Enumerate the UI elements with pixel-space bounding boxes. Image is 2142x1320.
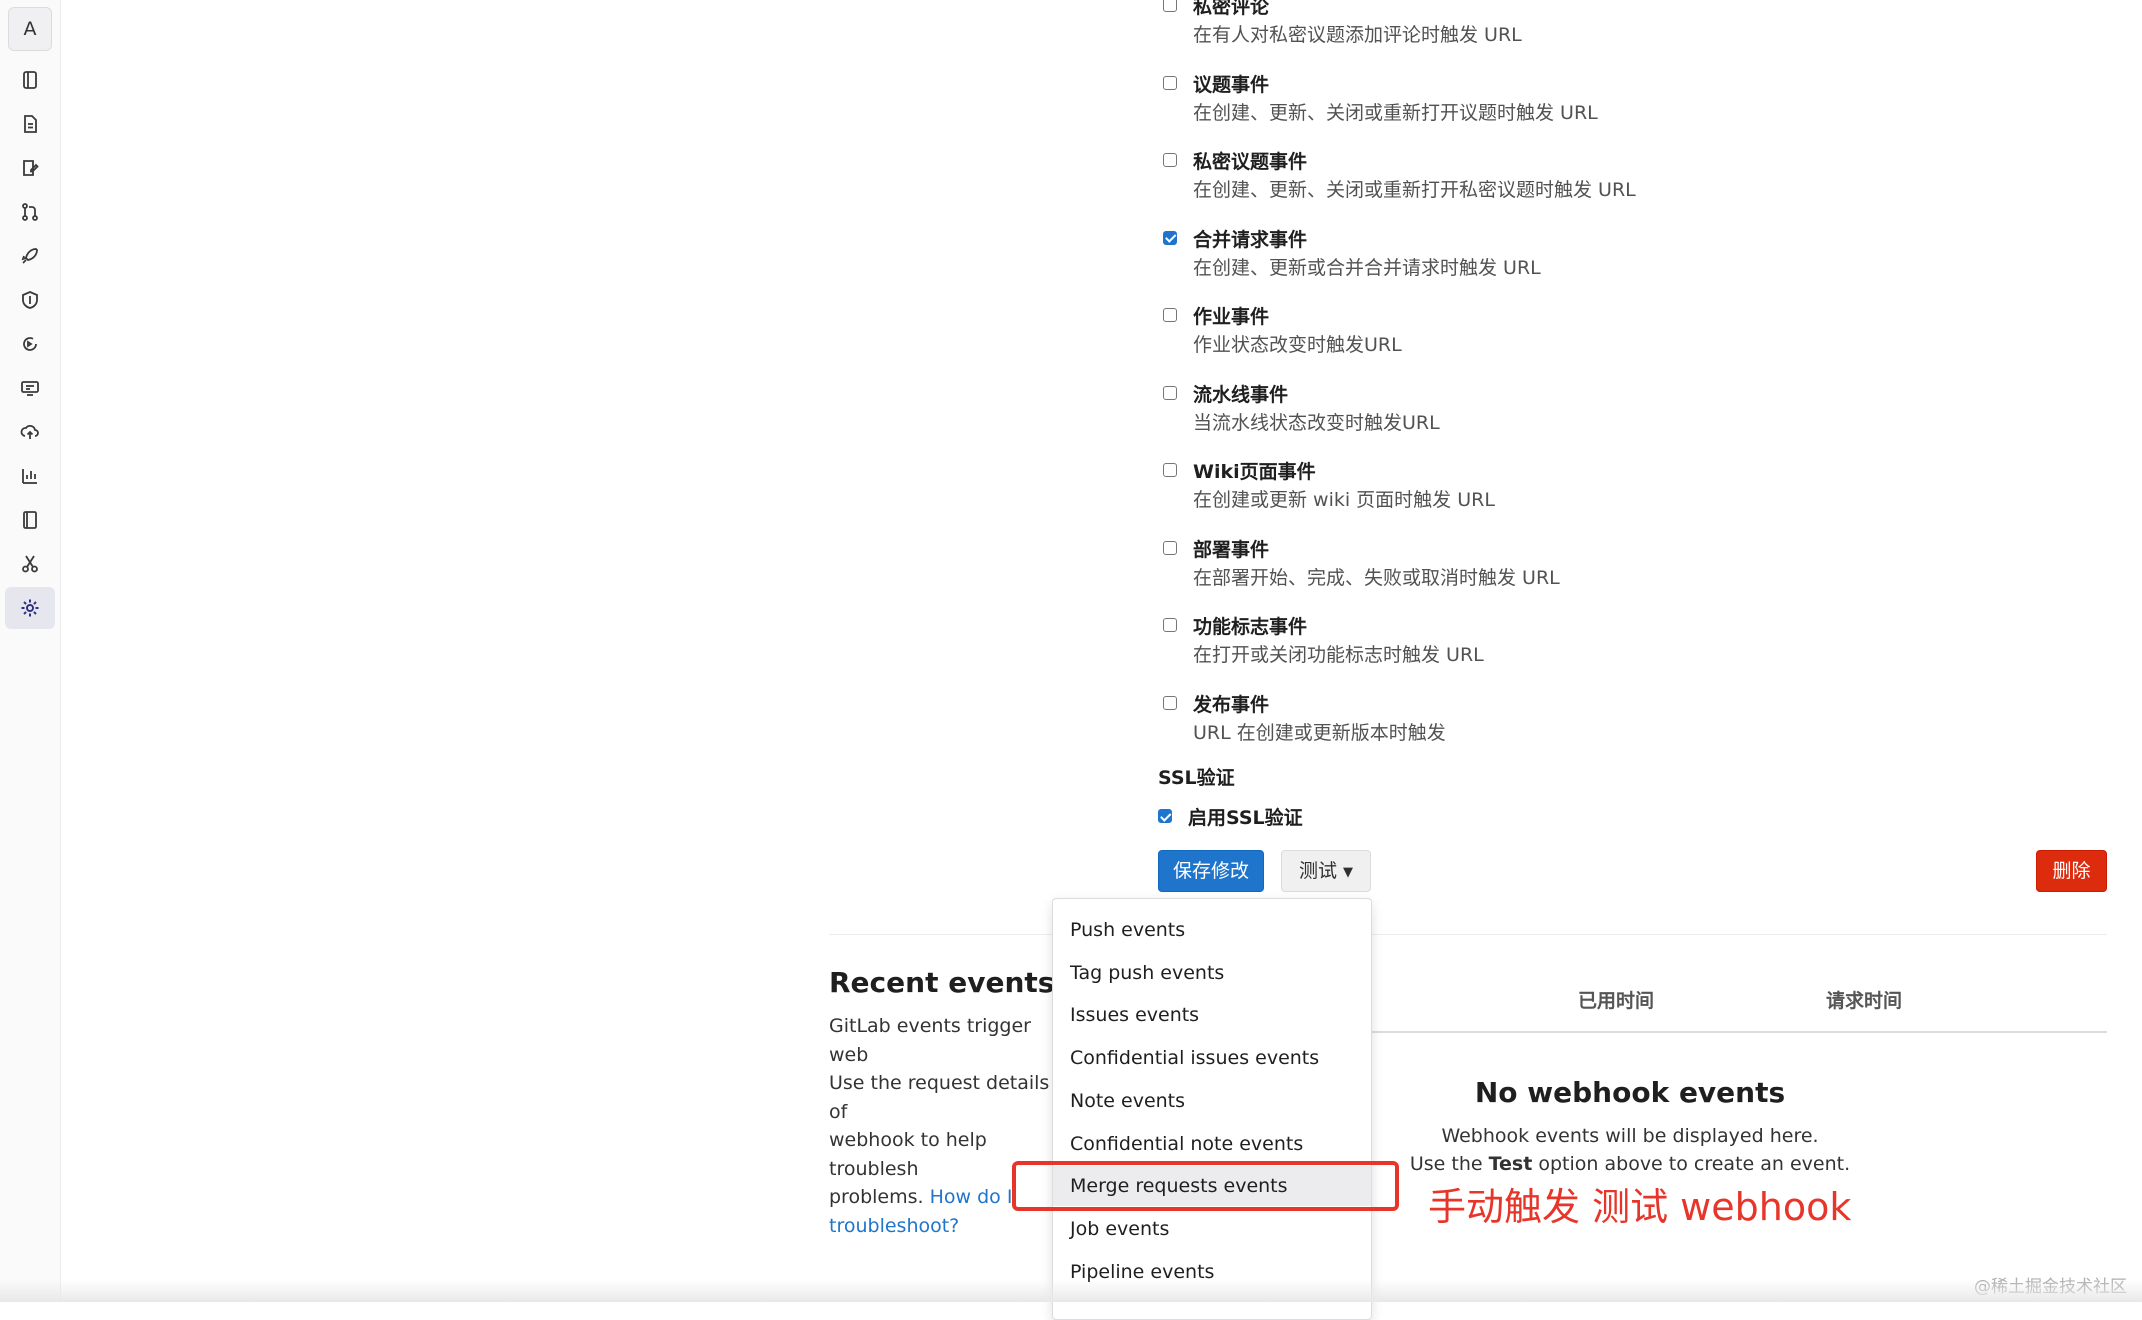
- monitor-icon[interactable]: [5, 367, 55, 409]
- trigger-description: 在部署开始、完成、失败或取消时触发 URL: [1193, 566, 1560, 589]
- ssl-verification-heading: SSL验证: [1158, 767, 1235, 789]
- trigger-description: 在创建或更新 wiki 页面时触发 URL: [1193, 489, 1495, 511]
- trigger-option[interactable]: 私密议题事件在创建、更新、关闭或重新打开私密议题时触发 URL: [1163, 147, 1683, 207]
- trigger-description: 作业状态改变时触发URL: [1193, 334, 1402, 356]
- merge-requests-icon[interactable]: [5, 191, 55, 233]
- trigger-option[interactable]: 流水线事件当流水线状态改变时触发URL: [1163, 380, 1683, 440]
- trigger-description: 在有人对私密议题添加评论时触发 URL: [1193, 24, 1522, 46]
- trigger-title: 私密议题事件: [1193, 151, 1308, 173]
- trigger-title: 发布事件: [1193, 693, 1270, 716]
- trigger-option[interactable]: 私密评论在有人对私密议题添加评论时触发 URL: [1163, 0, 1683, 52]
- infrastructure-icon[interactable]: [5, 411, 55, 453]
- project-overview-icon[interactable]: [5, 59, 55, 101]
- settings-icon[interactable]: [5, 587, 55, 629]
- trigger-title: 议题事件: [1193, 73, 1270, 96]
- trigger-description: 在创建、更新、关闭或重新打开私密议题时触发 URL: [1193, 179, 1636, 201]
- bottom-shade: [0, 1280, 2142, 1302]
- description-line: Use the request details of: [829, 1072, 1050, 1123]
- empty-state-title: No webhook events: [1474, 1076, 1786, 1109]
- trigger-title: 部署事件: [1193, 538, 1270, 561]
- dropdown-item[interactable]: Issues events: [1053, 995, 1371, 1035]
- trigger-option[interactable]: 功能标志事件在打开或关闭功能标志时触发 URL: [1163, 612, 1683, 672]
- column-header-request-time: 请求时间: [1826, 990, 1903, 1012]
- security-icon[interactable]: [5, 279, 55, 321]
- trigger-title: Wiki页面事件: [1193, 461, 1316, 483]
- trigger-option[interactable]: 部署事件在部署开始、完成、失败或取消时触发 URL: [1163, 535, 1683, 595]
- trigger-title: 私密评论: [1193, 0, 1270, 18]
- empty-state-line-2: Use the Test option above to create an e…: [1300, 1153, 1960, 1175]
- empty-state-text: Use the: [1409, 1153, 1489, 1175]
- recent-events-title: Recent events: [829, 966, 1055, 999]
- snippets-icon[interactable]: [5, 543, 55, 585]
- description-line: problems.: [829, 1186, 930, 1208]
- section-divider: [829, 934, 2107, 935]
- trigger-title: 功能标志事件: [1193, 616, 1308, 638]
- ssl-verification-label: 启用SSL验证: [1188, 807, 1303, 829]
- trigger-checkbox[interactable]: [1163, 540, 1177, 555]
- test-dropdown-button[interactable]: 测试 ▼: [1281, 850, 1371, 892]
- trigger-description: 在创建、更新、关闭或重新打开议题时触发 URL: [1193, 101, 1598, 124]
- trigger-option[interactable]: 发布事件 URL 在创建或更新版本时触发: [1163, 690, 1683, 750]
- trigger-checkbox[interactable]: [1163, 0, 1177, 12]
- trigger-checkbox[interactable]: [1163, 308, 1177, 322]
- trigger-checkbox[interactable]: [1163, 75, 1177, 90]
- annotation-text: 手动触发 测试 webhook: [1428, 1185, 1852, 1229]
- troubleshoot-link[interactable]: How do I: [930, 1186, 1013, 1208]
- empty-state-line-1: Webhook events will be displayed here.: [1441, 1125, 1819, 1147]
- dropdown-item[interactable]: Confidential note events: [1053, 1124, 1371, 1164]
- trigger-title: 作业事件: [1193, 306, 1270, 328]
- trigger-checkbox[interactable]: [1163, 463, 1177, 477]
- issues-icon[interactable]: [5, 147, 55, 189]
- trigger-description: 当流水线状态改变时触发URL: [1193, 411, 1440, 434]
- trigger-option[interactable]: Wiki页面事件在创建或更新 wiki 页面时触发 URL: [1163, 457, 1683, 517]
- dropdown-item[interactable]: Note events: [1053, 1081, 1371, 1121]
- chevron-down-icon: ▼: [1343, 865, 1353, 880]
- trigger-checkbox[interactable]: [1163, 230, 1177, 245]
- empty-state-test-keyword: Test: [1488, 1153, 1533, 1175]
- trigger-title: 合并请求事件: [1193, 228, 1308, 251]
- dropdown-item[interactable]: Push events: [1053, 910, 1371, 950]
- empty-state-text: option above to create an event.: [1532, 1153, 1851, 1175]
- left-sidebar: A: [0, 0, 61, 1302]
- trigger-option[interactable]: 合并请求事件在创建、更新或合并合并请求时触发 URL: [1163, 225, 1683, 285]
- project-avatar[interactable]: A: [8, 7, 52, 51]
- deployments-icon[interactable]: [5, 323, 55, 365]
- analytics-icon[interactable]: [5, 455, 55, 497]
- ssl-verification-checkbox[interactable]: [1158, 809, 1172, 823]
- dropdown-item[interactable]: Confidential issues events: [1053, 1038, 1371, 1078]
- trigger-description: 在打开或关闭功能标志时触发 URL: [1193, 644, 1484, 666]
- dropdown-item[interactable]: Tag push events: [1053, 953, 1371, 993]
- test-button-label: 测试: [1298, 860, 1337, 882]
- trigger-checkbox[interactable]: [1163, 695, 1177, 710]
- wiki-icon[interactable]: [5, 499, 55, 541]
- description-line: GitLab events trigger web: [829, 1015, 1031, 1066]
- trigger-description: URL 在创建或更新版本时触发: [1193, 721, 1446, 744]
- ssl-verification-row[interactable]: 启用SSL验证: [1158, 803, 1558, 829]
- dropdown-item[interactable]: Job events: [1053, 1209, 1371, 1249]
- save-changes-button[interactable]: 保存修改: [1158, 850, 1264, 892]
- annotation-highlight-box: [1012, 1161, 1399, 1211]
- column-header-elapsed-time: 已用时间: [1578, 990, 1655, 1012]
- delete-webhook-button[interactable]: 删除: [2036, 850, 2107, 892]
- trigger-checkbox[interactable]: [1163, 385, 1177, 400]
- test-events-dropdown: Push events Tag push events Issues events C…: [1052, 898, 1372, 1320]
- ci-cd-icon[interactable]: [5, 235, 55, 277]
- repository-icon[interactable]: [5, 103, 55, 145]
- trigger-option[interactable]: 作业事件作业状态改变时触发URL: [1163, 302, 1683, 362]
- trigger-checkbox[interactable]: [1163, 618, 1177, 632]
- troubleshoot-link-continued[interactable]: troubleshoot?: [829, 1215, 959, 1237]
- trigger-checkbox[interactable]: [1163, 153, 1177, 167]
- trigger-title: 流水线事件: [1193, 383, 1289, 406]
- trigger-option[interactable]: 议题事件在创建、更新、关闭或重新打开议题时触发 URL: [1163, 70, 1683, 130]
- trigger-description: 在创建、更新或合并合并请求时触发 URL: [1193, 256, 1541, 279]
